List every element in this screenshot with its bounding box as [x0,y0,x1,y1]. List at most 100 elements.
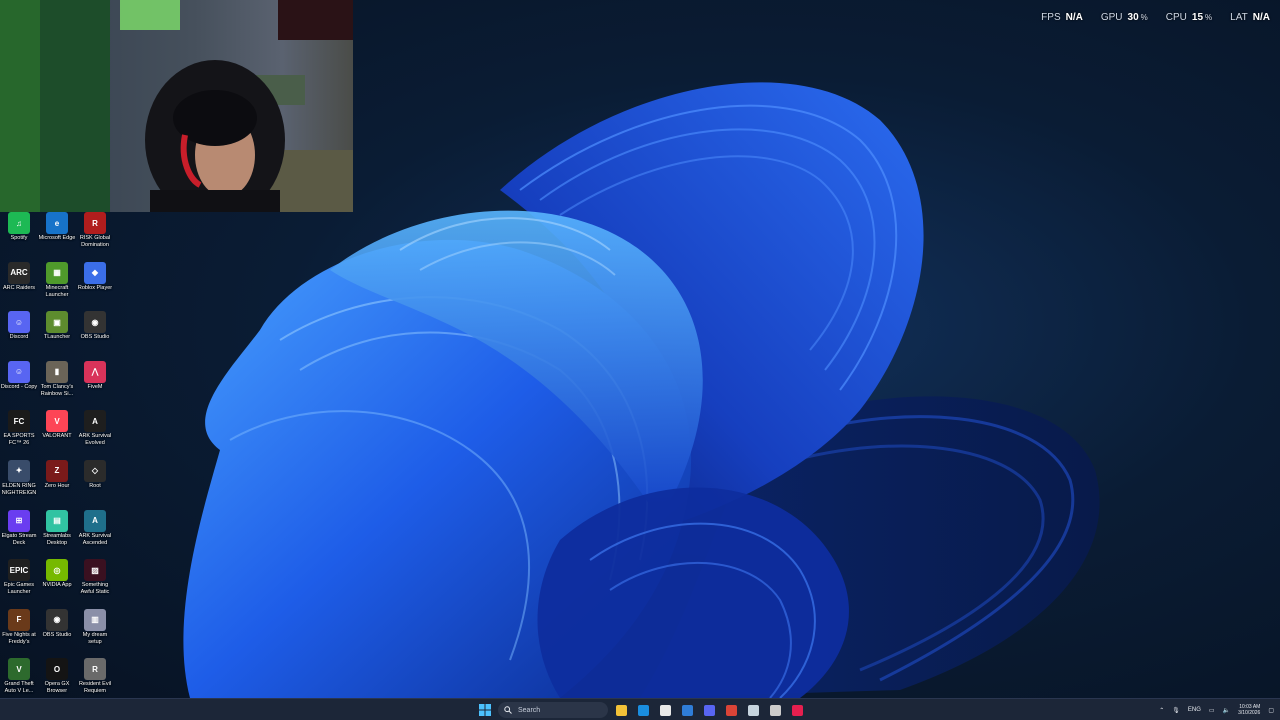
desktop-icon-label: ARK Survival Evolved [78,433,112,447]
clock[interactable]: 10:03 AM 3/10/2026 [1238,704,1260,716]
desktop-icon-label: TLauncher [43,334,71,341]
app-icon: EPIC [8,559,30,582]
obs-icon [769,704,781,716]
desktop-icon[interactable]: F Five Nights at Freddy's [0,607,38,657]
desktop-icon[interactable]: ◉ OBS Studio [76,309,114,359]
taskbar-app-store[interactable] [657,702,673,718]
app-icon: FC [8,410,30,433]
taskbar-app-obs[interactable] [767,702,783,718]
desktop-icon[interactable]: ◎ NVIDIA App [38,557,76,607]
desktop-icon[interactable]: V VALORANT [38,408,76,458]
discord-icon [703,704,715,716]
desktop-icon-label: Epic Games Launcher [4,582,34,596]
desktop-icon[interactable]: ▤ Streamlabs Desktop [38,508,76,558]
desktop-icon[interactable]: FC EA SPORTS FC™ 26 [0,408,38,458]
desktop-icon-label: NVIDIA App [42,582,72,589]
taskbar-app-edge[interactable] [635,702,651,718]
notification-icon[interactable]: ▢ [1268,707,1274,714]
app-icon: ◉ [46,608,68,631]
taskbar-app-steam[interactable] [745,702,761,718]
app-icon: ☺ [8,360,30,383]
desktop-icon[interactable]: ARC ARC Raiders [0,260,38,310]
cpu-metric: CPU 15 % [1166,12,1212,23]
taskbar-app-discord[interactable] [701,702,717,718]
desktop-icon[interactable]: ◉ OBS Studio [38,607,76,657]
desktop-icon-label: Roblox Player [77,284,113,291]
webcam-feed-image [0,0,353,212]
desktop-icon-label: Root [89,482,101,489]
app-icon: Z [46,459,68,482]
desktop-icon[interactable]: EPIC Epic Games Launcher [0,557,38,607]
desktop-icon-label: Discord - Copy [0,383,38,390]
desktop-icon[interactable]: ▨ Something Awful Static [76,557,114,607]
mail-icon [681,704,693,716]
system-tray: ⌃ 🎙 ENG ▭ 🔈 10:03 AM 3/10/2026 ▢ [1159,702,1274,718]
desktop-icon[interactable]: ⊞ Elgato Stream Deck [0,508,38,558]
desktop-icon-label: Five Nights at Freddy's [2,631,36,645]
start-button[interactable] [477,702,493,718]
taskbar-app-opera-gx[interactable] [789,702,805,718]
desktop-icon-label: OBS Studio [80,334,110,341]
desktop-icon-label: FiveM [87,383,103,390]
fps-metric: FPS N/A [1041,12,1083,23]
desktop-icon[interactable]: ◆ Roblox Player [76,260,114,310]
search-icon [504,706,512,714]
app-icon: R [84,212,106,234]
desktop-icon[interactable]: A ARK Survival Ascended [76,508,114,558]
app-icon: R [84,658,106,681]
app-icon: V [8,658,30,681]
app-icon: ☺ [8,311,30,334]
desktop-icon-label: Minecraft Launcher [45,284,69,298]
app-icon: ▨ [84,559,106,582]
desktop-icon[interactable]: ✦ ELDEN RING NIGHTREIGN [0,458,38,508]
desktop-icon[interactable]: ▦ Minecraft Launcher [38,260,76,310]
network-icon[interactable]: ▭ [1209,707,1215,714]
store-icon [659,704,671,716]
desktop-icon[interactable]: ⋀ FiveM [76,359,114,409]
desktop-icon[interactable]: ▥ My dream setup [76,607,114,657]
chevron-up-icon[interactable]: ⌃ [1159,707,1164,714]
desktop-icon-label: Discord [9,334,29,341]
desktop-icon[interactable]: R RISK Global Domination [76,210,114,260]
desktop-icon[interactable]: ▣ TLauncher [38,309,76,359]
desktop-icon[interactable]: A ARK Survival Evolved [76,408,114,458]
desktop-icons-grid: ♫ Spotify e Microsoft Edge R RISK Global Domi… [0,210,114,706]
microphone-icon[interactable]: 🎙 [1172,707,1180,714]
fps-label: FPS [1041,12,1061,23]
lat-value: N/A [1252,12,1270,23]
app-icon: ▣ [46,311,68,334]
app-icon: F [8,608,30,631]
taskbar-app-file-explorer[interactable] [613,702,629,718]
desktop-icon[interactable]: Z Zero Hour [38,458,76,508]
desktop-icon-label: Something Awful Static [80,582,110,596]
gpu-value: 30 [1127,12,1139,23]
desktop-icon[interactable]: ☺ Discord [0,309,38,359]
desktop-icon-label: EA SPORTS FC™ 26 [3,433,35,447]
desktop-icon[interactable]: ♫ Spotify [0,210,38,260]
app-icon: ◆ [84,261,106,284]
desktop-icon-label: Microsoft Edge [38,235,76,241]
desktop-icon-label: ELDEN RING NIGHTREIGN [1,482,37,496]
app-icon: e [46,212,68,234]
desktop-icon-label: Grand Theft Auto V Le... [4,681,34,695]
desktop-icon-label: RISK Global Domination [79,235,111,248]
app-icon: ⋀ [84,360,106,383]
desktop-icon[interactable]: ☺ Discord - Copy [0,359,38,409]
taskbar-app-chrome[interactable] [723,702,739,718]
desktop-icon[interactable]: ◇ Root [76,458,114,508]
desktop-icon-label: Spotify [10,235,28,241]
taskbar-app-mail[interactable] [679,702,695,718]
desktop-icon[interactable]: ▮ Tom Clancy's Rainbow Si... [38,359,76,409]
app-icon: ▤ [46,509,68,532]
app-icon: ▮ [46,360,68,383]
search-placeholder: Search [518,706,541,714]
language-indicator[interactable]: ENG [1188,707,1201,713]
cpu-label: CPU [1165,12,1187,23]
app-icon: ◎ [46,559,68,582]
edge-icon [637,704,649,716]
volume-icon[interactable]: 🔈 [1223,707,1230,714]
taskbar-search[interactable]: Search [498,702,608,718]
app-icon: ▦ [46,261,68,284]
desktop-icon[interactable]: e Microsoft Edge [38,210,76,260]
lat-label: LAT [1230,12,1248,23]
